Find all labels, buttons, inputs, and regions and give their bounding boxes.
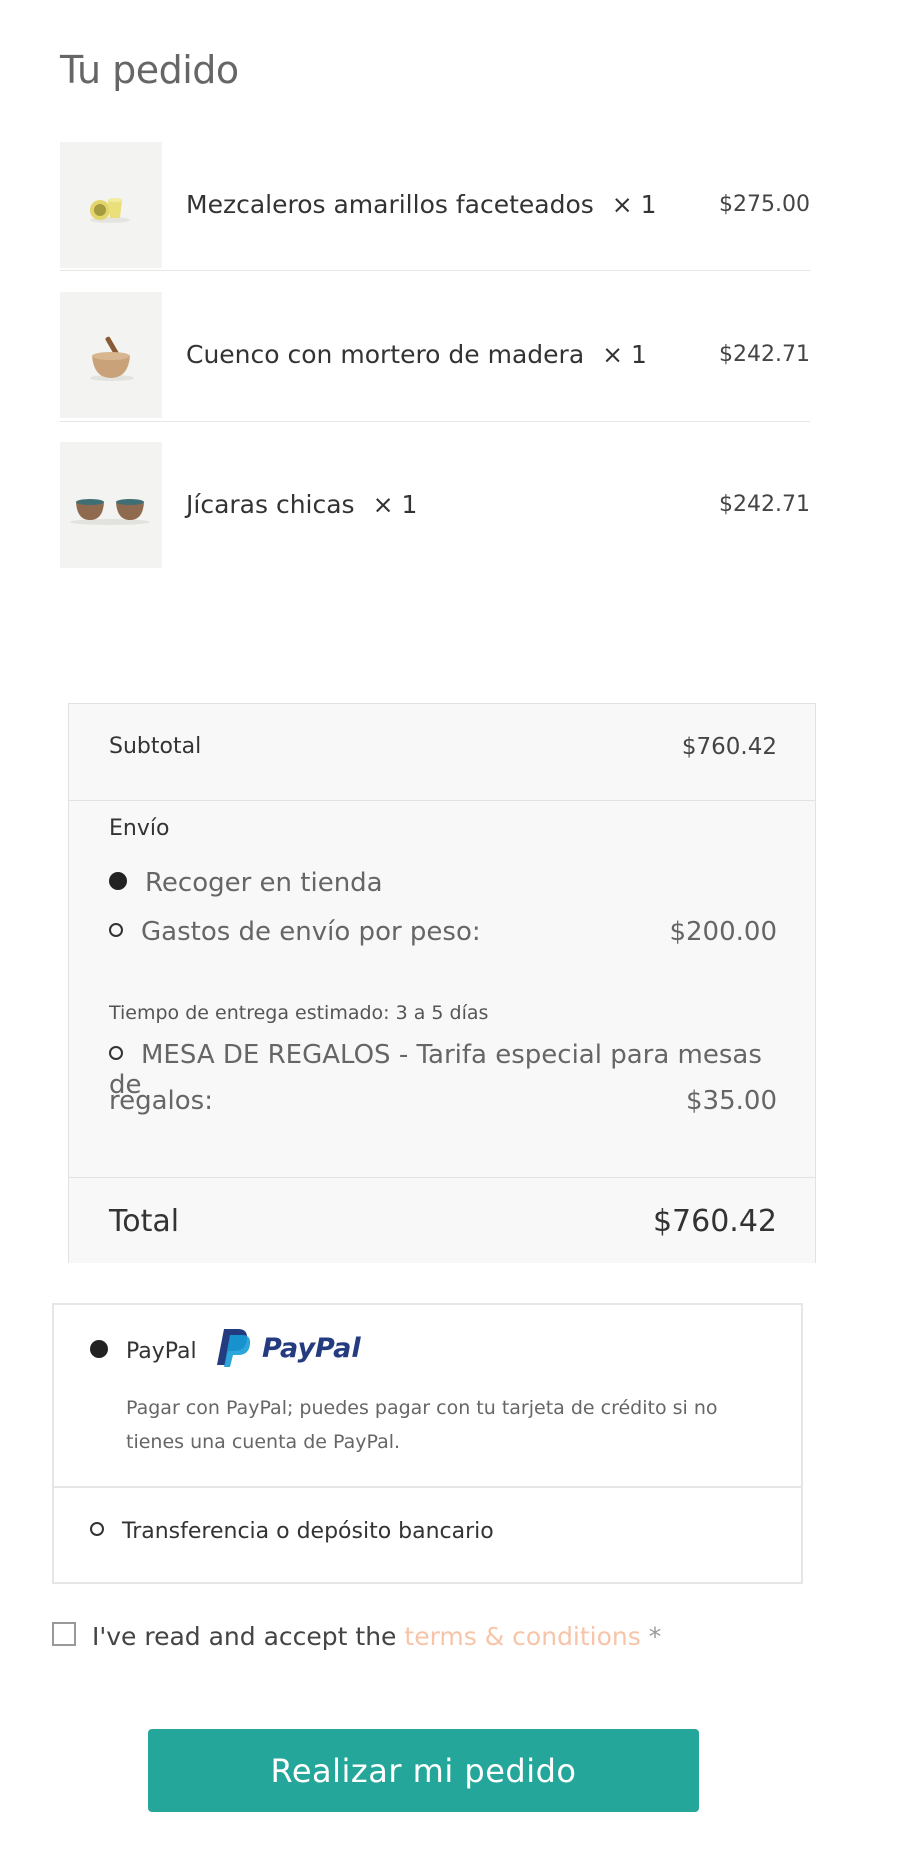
item-divider bbox=[60, 270, 810, 271]
shipping-option-price: $200.00 bbox=[669, 917, 777, 947]
payment-methods: PayPal PayPal Pagar con PayPal; puedes p… bbox=[52, 1303, 803, 1584]
paypal-logo-text: PayPal bbox=[262, 1333, 361, 1364]
radio-selected-icon[interactable] bbox=[90, 1340, 108, 1358]
shipping-option-gift-registry-cont: regalos: $35.00 bbox=[109, 1086, 777, 1116]
item-quantity: × 1 bbox=[602, 340, 647, 369]
item-quantity: × 1 bbox=[372, 490, 418, 519]
order-totals: Subtotal $760.42 Envío Recoger en tienda… bbox=[68, 703, 816, 1263]
mortar-bowl-image bbox=[60, 292, 162, 418]
shipping-option-pickup[interactable]: Recoger en tienda bbox=[109, 868, 777, 898]
shipping-label: Envío bbox=[109, 816, 170, 841]
payment-option-paypal[interactable]: PayPal bbox=[90, 1339, 197, 1364]
delivery-estimate: Tiempo de entrega estimado: 3 a 5 días bbox=[109, 1002, 489, 1024]
terms-link[interactable]: terms & conditions bbox=[404, 1622, 640, 1651]
shipping-option-weight[interactable]: Gastos de envío por peso: $200.00 bbox=[109, 917, 777, 947]
item-name: Cuenco con mortero de madera × 1 bbox=[186, 340, 647, 369]
subtotal-label: Subtotal bbox=[109, 734, 202, 759]
total-value: $760.42 bbox=[652, 1204, 777, 1239]
payment-option-bank-transfer[interactable]: Transferencia o depósito bancario bbox=[90, 1519, 494, 1544]
yellow-mezcal-cups-image bbox=[60, 142, 162, 268]
payment-option-label: Transferencia o depósito bancario bbox=[122, 1519, 494, 1544]
payment-option-label: PayPal bbox=[126, 1339, 197, 1364]
radio-unselected-icon[interactable] bbox=[109, 922, 123, 937]
item-quantity: × 1 bbox=[611, 190, 657, 219]
item-price: $242.71 bbox=[719, 492, 810, 517]
order-item: Jícaras chicas × 1 $242.71 bbox=[60, 442, 810, 568]
radio-unselected-icon[interactable] bbox=[90, 1522, 104, 1536]
order-item: Mezcaleros amarillos faceteados × 1 $275.… bbox=[60, 142, 810, 268]
item-price: $275.00 bbox=[719, 192, 810, 217]
required-mark: * bbox=[640, 1622, 662, 1651]
total-label: Total bbox=[109, 1204, 180, 1239]
paypal-description: Pagar con PayPal; puedes pagar con tu ta… bbox=[126, 1397, 718, 1453]
place-order-button[interactable]: Realizar mi pedido bbox=[148, 1729, 699, 1812]
item-name: Mezcaleros amarillos faceteados × 1 bbox=[186, 190, 657, 219]
page-title: Tu pedido bbox=[60, 48, 239, 92]
small-cups-image bbox=[60, 442, 162, 568]
paypal-logo-icon: PayPal bbox=[217, 1329, 361, 1367]
radio-selected-icon[interactable] bbox=[109, 871, 127, 890]
order-item: Cuenco con mortero de madera × 1 $242.71 bbox=[60, 292, 810, 418]
shipping-option-label: Recoger en tienda bbox=[145, 868, 383, 898]
item-name: Jícaras chicas × 1 bbox=[186, 490, 418, 519]
shipping-option-label: Gastos de envío por peso: bbox=[141, 917, 481, 947]
totals-divider bbox=[69, 1177, 815, 1178]
item-divider bbox=[60, 421, 810, 422]
subtotal-value: $760.42 bbox=[681, 734, 777, 760]
radio-unselected-icon[interactable] bbox=[109, 1045, 123, 1060]
terms-acceptance: I've read and accept the terms & conditi… bbox=[52, 1622, 661, 1651]
checkout-order-review: Tu pedido Mezcaleros amarillos faceteado… bbox=[0, 0, 904, 1865]
payment-divider bbox=[54, 1486, 801, 1488]
terms-checkbox[interactable] bbox=[52, 1622, 76, 1646]
shipping-option-label: regalos: bbox=[109, 1086, 213, 1116]
totals-divider bbox=[69, 800, 815, 801]
item-price: $242.71 bbox=[719, 342, 810, 367]
shipping-option-price: $35.00 bbox=[686, 1086, 777, 1116]
terms-text: I've read and accept the bbox=[92, 1622, 405, 1651]
